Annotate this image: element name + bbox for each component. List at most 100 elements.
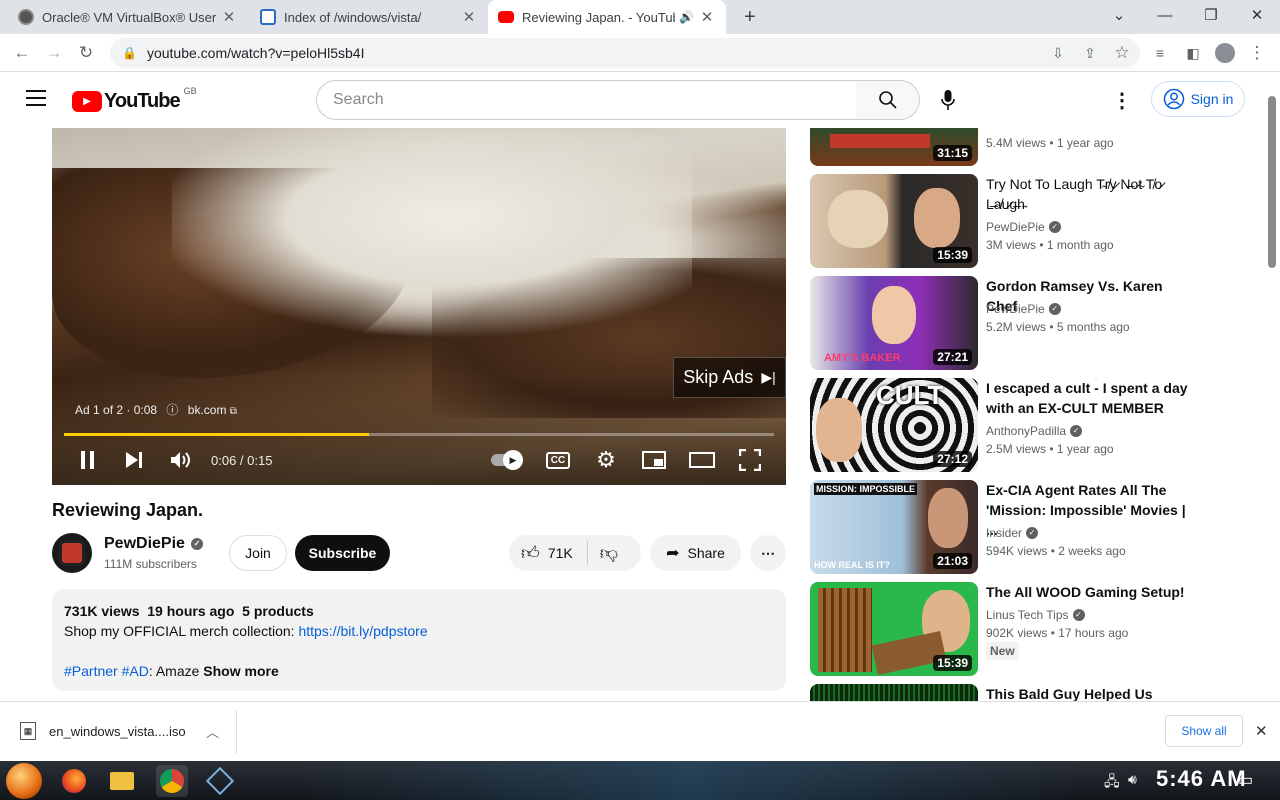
chrome-icon[interactable] [156,765,188,797]
play-logo-icon: ▶ [72,91,102,112]
duration-badge: 27:21 [933,349,972,365]
close-window-button[interactable]: ✕ [1234,0,1280,30]
thumbs-down-icon[interactable]: 👎︎ [600,542,618,564]
tab-index-vista[interactable]: Index of /windows/vista/ ✕ [250,0,488,34]
autoplay-icon: ▶ [503,450,523,470]
url-text: youtube.com/watch?v=peloHl5sb4I [146,45,365,61]
network-icon[interactable]: 🖧 [1104,771,1120,795]
channel-logo-icon [59,540,85,566]
channel-avatar[interactable] [52,533,92,573]
new-tab-button[interactable]: + [734,0,764,34]
virtualbox-taskbar-icon[interactable] [204,765,236,797]
side-panel-icon[interactable]: ◧ [1181,41,1205,65]
region-code: GB [183,86,197,96]
ad-domain-link[interactable]: bk.com [188,403,227,417]
skip-next-icon [126,452,142,468]
bookmark-star-icon[interactable]: ☆ [1110,41,1134,65]
pause-button[interactable] [76,446,100,474]
media-control-icon[interactable]: ≡ [1148,41,1172,65]
rec-thumbnail[interactable]: 15:39 [810,174,978,268]
share-page-icon[interactable]: ⇪ [1078,41,1102,65]
menu-kebab-icon[interactable]: ⋮ [1245,41,1269,65]
duration-badge: 21:03 [933,553,972,569]
rec-item[interactable]: 31:15 5.4M views • 1 year ago [810,128,1250,166]
speaker-icon[interactable]: 🔊 [679,10,694,24]
rec-thumbnail[interactable]: 15:39 [810,582,978,676]
search-button[interactable] [856,80,920,120]
rec-thumbnail[interactable]: AMY'S BAKER 27:21 [810,276,978,370]
rec-item[interactable]: 15:39 The All WOOD Gaming Setup! Linus T… [810,582,1250,676]
like-count[interactable]: 71K [548,545,573,561]
rec-item[interactable]: This Bald Guy Helped Us [810,684,1250,701]
rec-item[interactable]: 15:39 Try Not To Laugh T̴r̸y̷ N̶o̷t̴ T̸o… [810,174,1250,268]
address-bar[interactable]: 🔒 youtube.com/watch?v=peloHl5sb4I [110,38,1140,68]
reload-icon[interactable]: ↻ [74,41,98,65]
tab-search-icon[interactable]: ⌄ [1096,0,1142,30]
rec-item[interactable]: AMY'S BAKER 27:21 Gordon Ramsey Vs. Kare… [810,276,1250,370]
close-icon[interactable]: ✕ [220,8,238,26]
skip-next-icon: ▶| [761,369,776,385]
more-actions-button[interactable]: ⋯ [750,535,786,571]
file-explorer-icon[interactable] [106,765,138,797]
rec-thumbnail[interactable] [810,684,978,701]
restore-button[interactable]: ❐ [1188,0,1234,30]
start-button[interactable] [6,763,42,799]
show-all-button[interactable]: Show all [1165,715,1243,747]
page-scrollbar[interactable] [1268,96,1276,268]
subscribe-button[interactable]: Subscribe [295,535,390,571]
rec-item[interactable]: CULT 27:12 I escaped a cult - I spent a … [810,378,1250,472]
new-badge: New [986,642,1019,660]
hamburger-menu-icon[interactable] [26,90,46,106]
install-app-icon[interactable]: ⇩ [1046,41,1070,65]
duration-badge: 27:12 [933,451,972,467]
thumbs-up-icon[interactable]: 👍︎ [521,542,540,564]
download-filename[interactable]: en_windows_vista....iso [49,724,186,739]
video-player[interactable]: Skip Ads ▶| Ad 1 of 2 · 0:08 ⓘ bk.com ⧉ … [52,128,786,485]
close-icon[interactable]: ✕ [1255,722,1268,740]
show-more-button[interactable]: Show more [203,663,278,679]
next-button[interactable] [122,446,146,474]
chevron-up-icon[interactable]: ︿ [206,722,219,741]
taskbar-clock[interactable]: 5:46 AM [1156,766,1247,792]
miniplayer-button[interactable] [640,446,668,474]
rec-thumbnail[interactable]: 31:15 [810,128,978,166]
rec-channel: PewDiePie [986,302,1045,316]
sign-in-button[interactable]: Sign in [1151,81,1245,117]
merch-link[interactable]: https://bit.ly/pdpstore [298,623,427,639]
microphone-icon[interactable] [936,86,960,114]
rec-title: Try Not To Laugh T̴r̸y̷ N̶o̷t̴ T̸o̷ L̶a̸… [986,176,1163,212]
youtube-logo[interactable]: ▶ YouTube GB [72,86,197,113]
settings-gear-button[interactable]: ⚙ [592,446,620,474]
skip-ads-button[interactable]: Skip Ads ▶| [673,357,786,398]
tab-youtube[interactable]: Reviewing Japan. - YouTube 🔊 ✕ [488,0,726,34]
theater-mode-button[interactable] [688,446,716,474]
captions-button[interactable]: CC [544,446,572,474]
share-button[interactable]: ➦ Share [650,535,741,571]
forward-arrow-icon[interactable]: → [42,41,66,65]
fullscreen-button[interactable] [736,446,764,474]
volume-button[interactable] [169,446,193,474]
settings-kebab-icon[interactable]: ⋮ [1112,88,1132,113]
firefox-icon[interactable] [58,765,90,797]
volume-tray-icon[interactable]: 🔊︎ [1128,771,1137,788]
autoplay-toggle[interactable]: ▶ [488,446,524,474]
share-label: Share [687,545,725,561]
minimize-button[interactable]: — [1142,0,1188,30]
join-button[interactable]: Join [229,535,287,571]
rec-thumbnail[interactable]: MISSION: IMPOSSIBLE HOW REAL IS IT? 21:0… [810,480,978,574]
progress-bar[interactable] [64,433,774,436]
rec-item[interactable]: MISSION: IMPOSSIBLE HOW REAL IS IT? 21:0… [810,480,1250,574]
search-input[interactable]: Search [316,80,857,120]
profile-icon[interactable] [1213,41,1237,65]
tab-virtualbox[interactable]: Oracle® VM VirtualBox® User ✕ [8,0,248,34]
hashtag-links[interactable]: #Partner #AD [64,663,149,679]
back-arrow-icon[interactable]: ← [10,41,34,65]
description-box[interactable]: 731K views 19 hours ago 5 products Shop … [52,589,786,691]
info-icon[interactable]: ⓘ [166,403,178,417]
rec-thumbnail[interactable]: CULT 27:12 [810,378,978,472]
show-all-label: Show all [1181,724,1227,738]
close-icon[interactable]: ✕ [460,8,478,26]
close-icon[interactable]: ✕ [698,8,716,26]
channel-name-link[interactable]: PewDiePie ✓ [104,535,203,553]
account-circle-icon [1163,88,1184,110]
